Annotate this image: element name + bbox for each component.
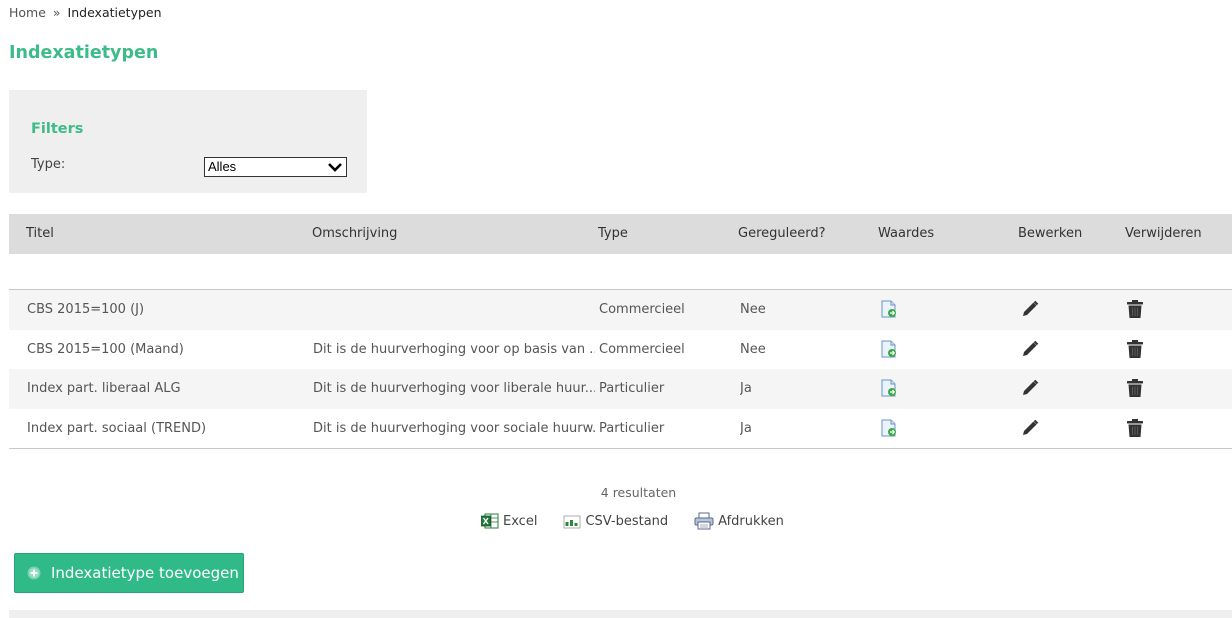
- export-links: Excel CSV-bestand Afdrukken: [481, 512, 810, 530]
- column-header-gereguleerd[interactable]: Gereguleerd?: [738, 226, 826, 241]
- cell-titel[interactable]: CBS 2015=100 (J): [27, 302, 307, 317]
- table-row: CBS 2015=100 (Maand) Dit is de huurverhog…: [9, 329, 1232, 369]
- plus-circle-icon: [27, 566, 41, 580]
- table-row: Index part. liberaal ALG Dit is de huurve…: [9, 369, 1232, 409]
- footer-strip: [9, 610, 1232, 618]
- edit-pencil-icon[interactable]: [1019, 338, 1041, 360]
- cell-omschrijving: Dit is de huurverhoging voor sociale huu…: [313, 420, 595, 436]
- add-indexatietype-button[interactable]: Indexatietype toevoegen: [14, 553, 244, 593]
- column-header-waardes: Waardes: [878, 226, 935, 241]
- column-header-bewerken: Bewerken: [1018, 226, 1083, 241]
- chevron-down-icon: [328, 163, 342, 172]
- values-icon[interactable]: [878, 377, 900, 399]
- cell-gereguleerd: Nee: [740, 341, 766, 357]
- print-label: Afdrukken: [718, 513, 784, 529]
- add-indexatietype-label: Indexatietype toevoegen: [51, 564, 239, 582]
- delete-trash-icon[interactable]: [1124, 377, 1146, 399]
- print-link[interactable]: Afdrukken: [694, 512, 784, 530]
- cell-type: Commercieel: [599, 341, 685, 357]
- type-filter-select[interactable]: Alles: [204, 157, 347, 177]
- values-icon[interactable]: [878, 338, 900, 360]
- printer-icon: [694, 512, 714, 530]
- export-excel-label: Excel: [503, 513, 538, 529]
- table-header: Titel Omschrijving Type Gereguleerd? Waa…: [9, 214, 1232, 254]
- breadcrumb-home-link[interactable]: Home: [9, 5, 46, 20]
- export-csv-label: CSV-bestand: [585, 513, 669, 529]
- delete-trash-icon[interactable]: [1124, 417, 1146, 439]
- cell-titel[interactable]: Index part. sociaal (TREND): [27, 421, 307, 436]
- table-spacer-row: [9, 254, 1232, 290]
- table-bottom-border: [9, 448, 1232, 449]
- cell-titel[interactable]: Index part. liberaal ALG: [27, 381, 307, 396]
- cell-gereguleerd: Ja: [740, 420, 752, 436]
- delete-trash-icon[interactable]: [1124, 338, 1146, 360]
- table-row: Index part. sociaal (TREND) Dit is de huu…: [9, 408, 1232, 448]
- export-csv-link[interactable]: CSV-bestand: [563, 513, 668, 529]
- breadcrumb-current: Indexatietypen: [67, 5, 162, 20]
- breadcrumb: Home » Indexatietypen: [9, 5, 162, 20]
- column-header-titel[interactable]: Titel: [26, 226, 54, 241]
- cell-type: Particulier: [599, 381, 665, 396]
- values-icon[interactable]: [878, 298, 900, 320]
- edit-pencil-icon[interactable]: [1019, 417, 1041, 439]
- export-excel-link[interactable]: Excel: [481, 513, 537, 529]
- cell-titel[interactable]: CBS 2015=100 (Maand): [27, 342, 307, 357]
- page-title: Indexatietypen: [9, 43, 159, 63]
- column-header-verwijderen: Verwijderen: [1125, 226, 1202, 241]
- cell-omschrijving: Dit is de huurverhoging voor liberale hu…: [313, 381, 595, 396]
- values-icon[interactable]: [878, 417, 900, 439]
- cell-gereguleerd: Nee: [740, 302, 766, 317]
- cell-type: Particulier: [599, 420, 665, 436]
- edit-pencil-icon[interactable]: [1019, 377, 1041, 399]
- column-header-omschrijving[interactable]: Omschrijving: [312, 226, 397, 241]
- breadcrumb-separator: »: [52, 5, 61, 20]
- cell-type: Commercieel: [599, 302, 685, 317]
- edit-pencil-icon[interactable]: [1019, 298, 1041, 320]
- table-row: CBS 2015=100 (J) Commercieel Nee: [9, 290, 1232, 330]
- type-filter-label: Type:: [31, 157, 66, 172]
- type-filter-value: Alles: [208, 159, 237, 174]
- csv-icon: [564, 515, 581, 529]
- results-count: 4 resultaten: [600, 485, 677, 500]
- cell-gereguleerd: Ja: [740, 381, 752, 396]
- indexatietypen-table: Titel Omschrijving Type Gereguleerd? Waa…: [9, 214, 1232, 449]
- filters-panel: Filters Type: Alles: [9, 90, 367, 193]
- cell-omschrijving: Dit is de huurverhoging voor op basis va…: [313, 341, 595, 357]
- filters-title: Filters: [31, 121, 84, 137]
- column-header-type[interactable]: Type: [598, 226, 628, 241]
- delete-trash-icon[interactable]: [1124, 298, 1146, 320]
- table-body: CBS 2015=100 (J) Commercieel Nee CBS 2015=1…: [9, 290, 1232, 448]
- excel-icon: [481, 513, 499, 529]
